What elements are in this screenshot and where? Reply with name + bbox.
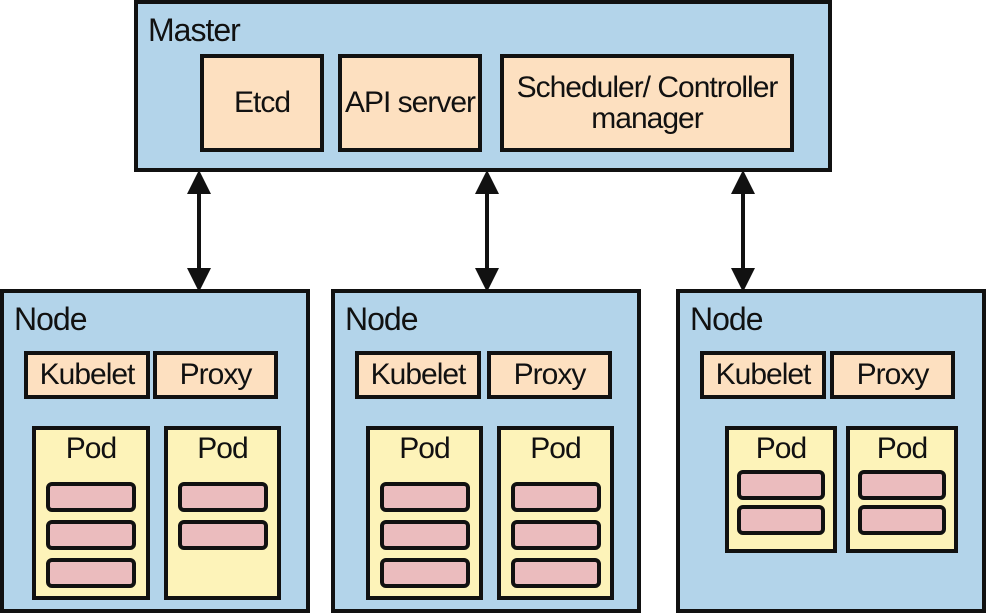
pod-2-2: Pod [497,426,614,600]
pod-3-1-label: Pod [755,432,807,465]
pod-1-2: Pod [164,426,281,600]
container [380,558,470,588]
proxy-2-label: Proxy [513,358,587,391]
container [380,520,470,550]
container [511,520,601,550]
pod-3-1: Pod [725,426,837,553]
container [46,558,136,588]
node-1-title: Node [14,301,87,337]
proxy-2: Proxy [487,351,612,399]
container [511,482,601,512]
node-2: Node Kubelet Proxy Pod Pod [331,289,641,613]
kubelet-1-label: Kubelet [39,358,136,391]
pod-1-1: Pod [32,426,150,600]
pod-1-1-label: Pod [65,432,117,465]
container [737,505,825,535]
container [511,558,601,588]
proxy-1-label: Proxy [179,358,253,391]
container [46,520,136,550]
kubelet-2-label: Kubelet [370,358,467,391]
pod-3-2-label: Pod [876,432,928,465]
pod-1-2-label: Pod [197,432,248,465]
node-3-title: Node [690,301,763,337]
proxy-1: Proxy [153,351,278,399]
pod-3-2: Pod [846,426,958,553]
container [178,520,268,550]
node-2-title: Node [345,301,418,337]
container [858,470,946,500]
pod-2-2-label: Pod [530,432,581,465]
proxy-3-label: Proxy [856,358,930,391]
kubelet-2: Kubelet [355,351,481,399]
proxy-3: Proxy [830,351,955,399]
pod-2-1: Pod [366,426,483,600]
node-3: Node Kubelet Proxy Pod Pod [676,289,986,613]
pod-2-1-label: Pod [399,432,450,465]
kubelet-3-label: Kubelet [715,358,812,391]
container [380,482,470,512]
kubelet-1: Kubelet [24,351,150,399]
container [178,482,268,512]
kubelet-3: Kubelet [700,351,826,399]
container [737,470,825,500]
node-1: Node Kubelet Proxy Pod Pod [0,289,310,613]
container [46,482,136,512]
container [858,505,946,535]
